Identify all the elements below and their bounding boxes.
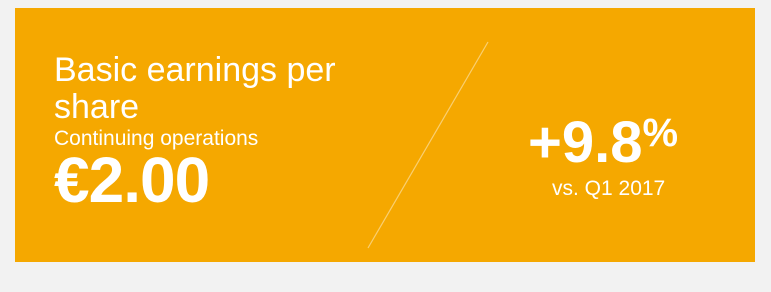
change-value: +9.8% [528, 103, 748, 173]
eps-block: Basic earnings per share Continuing oper… [54, 51, 354, 216]
metric-value: €2.00 [54, 144, 210, 216]
change-block: +9.8% vs. Q1 2017 [528, 103, 748, 201]
percent-sign: % [642, 111, 679, 155]
change-number: +9.8 [528, 110, 643, 175]
slide: Basic earnings per share Continuing oper… [0, 0, 771, 292]
metric-title: Basic earnings per share [54, 51, 336, 126]
comparison-label: vs. Q1 2017 [552, 177, 666, 200]
